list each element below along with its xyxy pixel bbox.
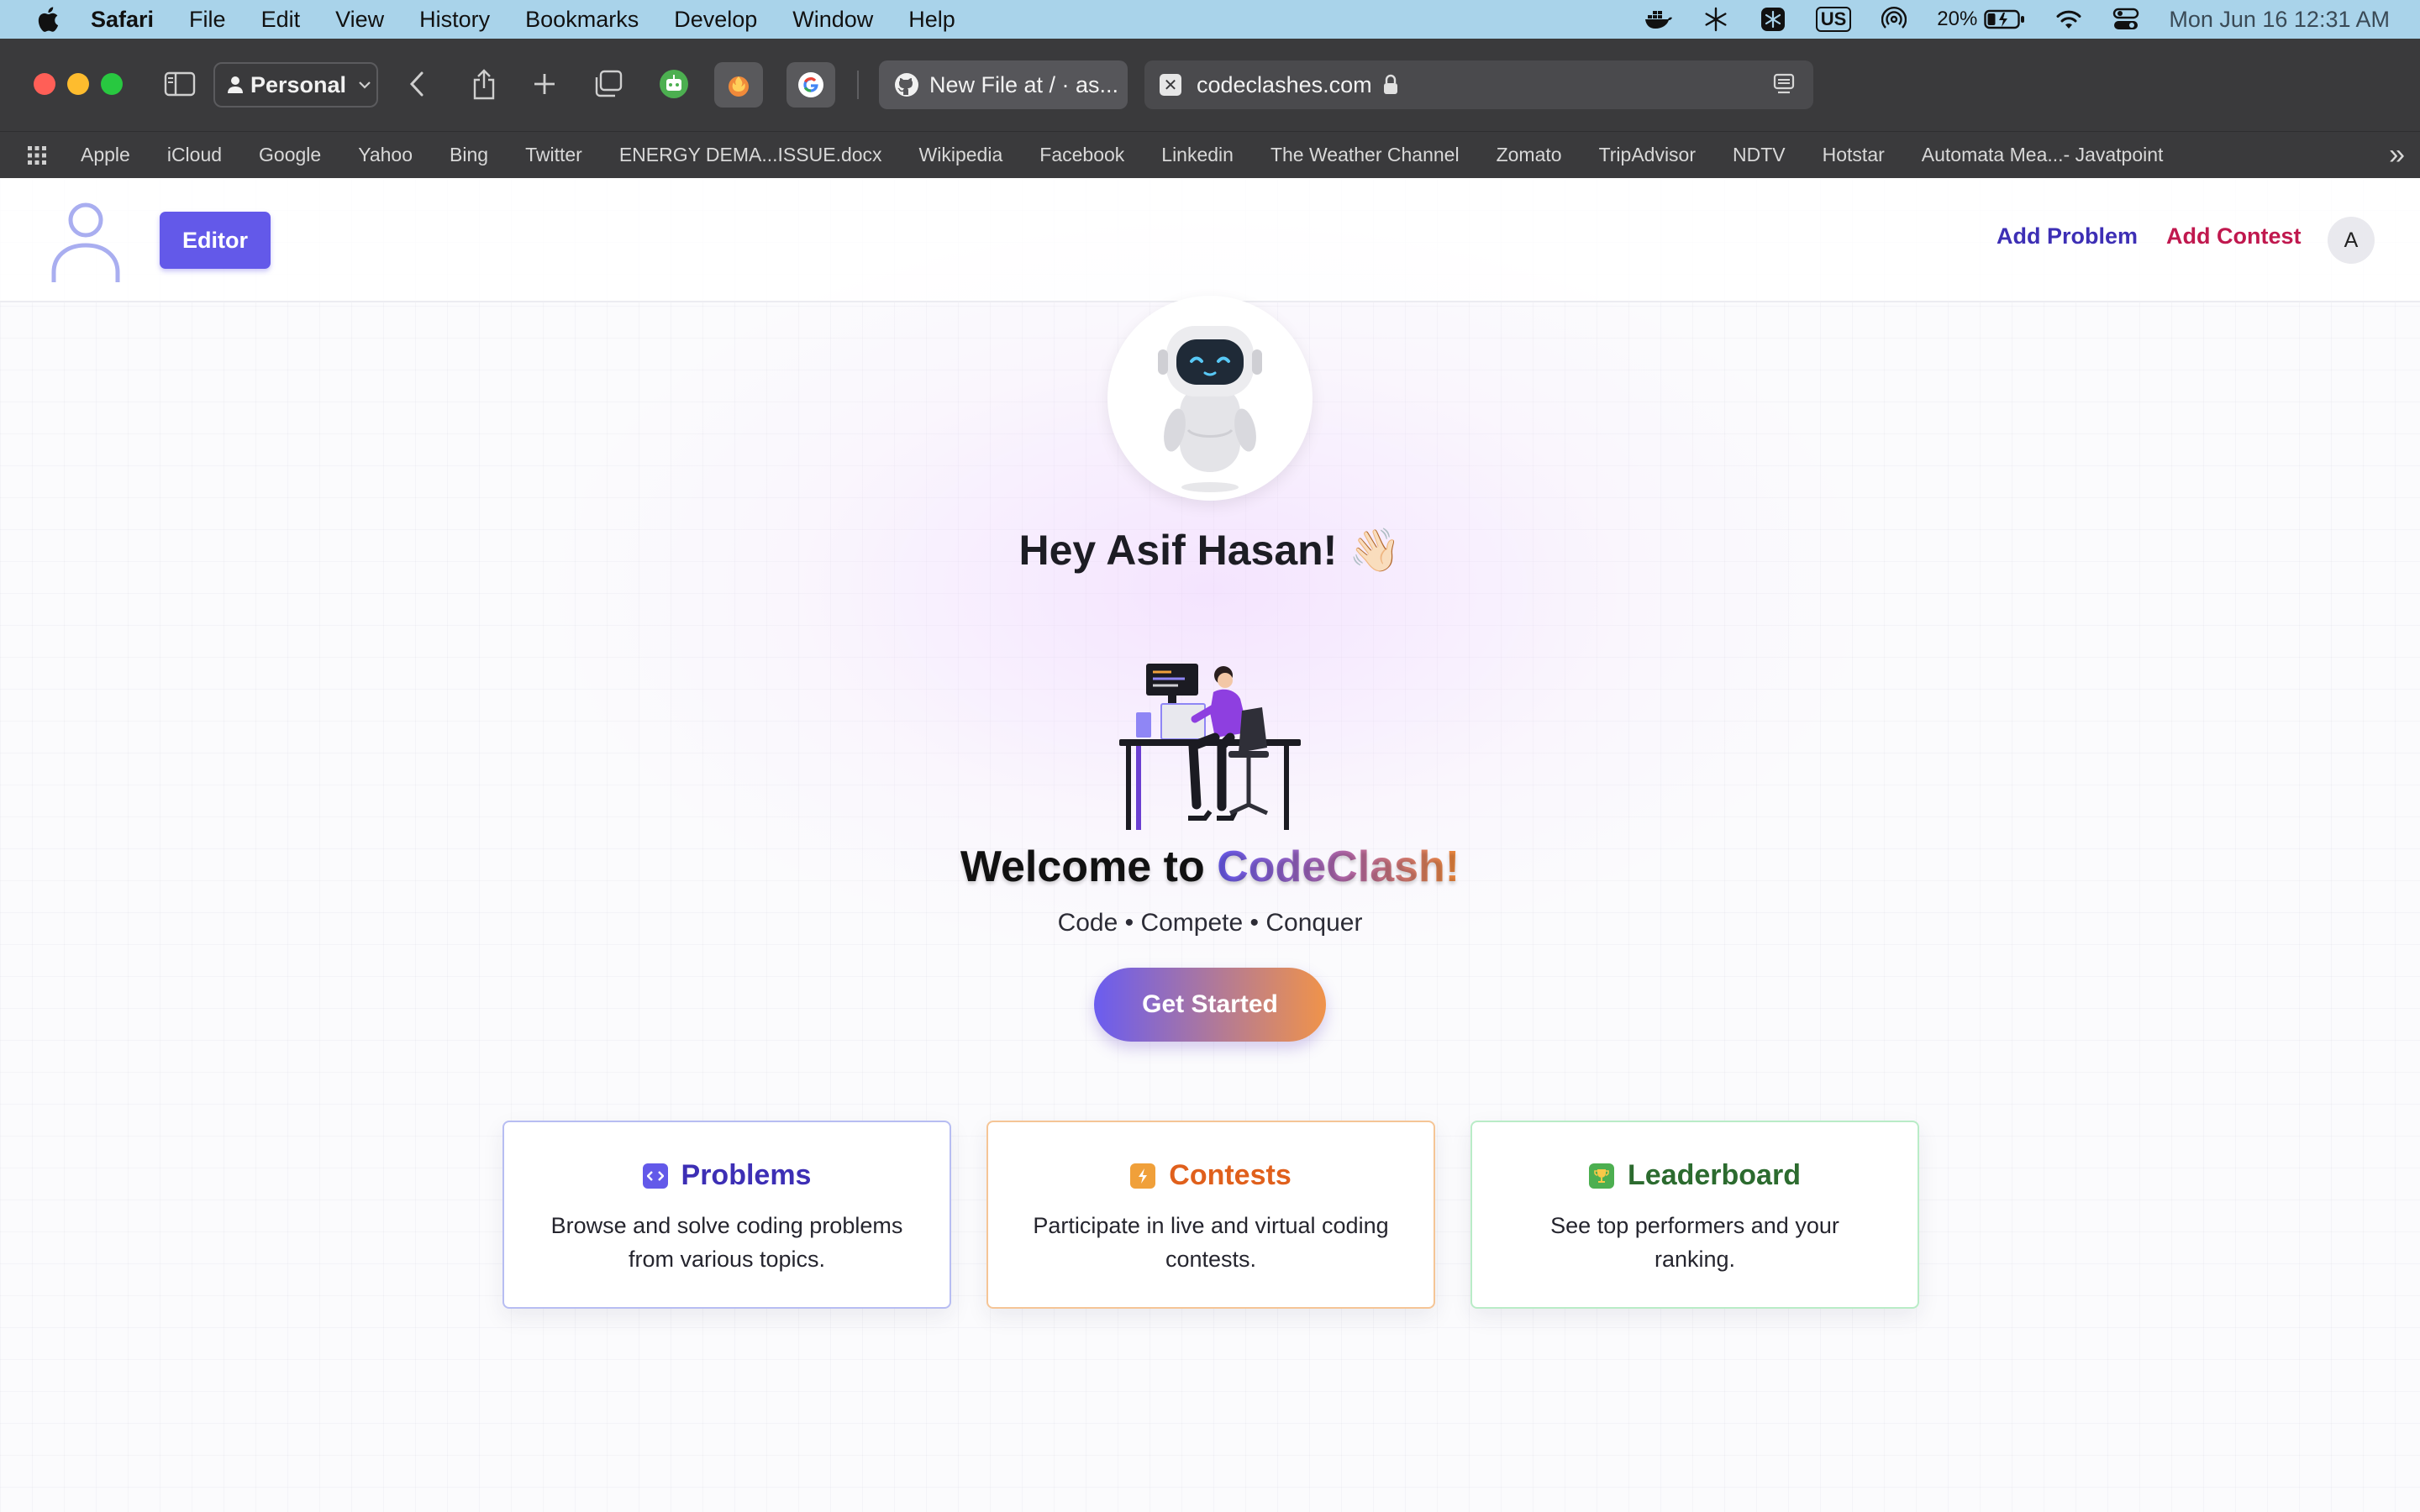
get-started-button[interactable]: Get Started [1094,968,1326,1042]
sidebar-toggle-icon[interactable] [160,64,200,104]
developer-illustration [1119,664,1301,830]
toolbar-separator [857,71,859,99]
docker-icon[interactable] [1644,7,1673,32]
back-arrow-icon[interactable] [397,64,437,104]
web-page: Editor Add Problem Add Contest A Hey Asi… [0,178,2420,1512]
menu-history[interactable]: History [419,7,490,33]
input-source-badge[interactable]: US [1815,7,1852,32]
menu-window[interactable]: Window [792,7,873,33]
tab-title: New File at / · as... [929,71,1119,97]
wifi-icon[interactable] [2054,7,2083,32]
menu-bar: Safari File Edit View History Bookmarks … [0,0,2420,39]
user-profile-icon[interactable] [50,198,121,286]
bookmark-item[interactable]: iCloud [167,144,222,166]
bookmark-item[interactable]: TripAdvisor [1599,144,1696,166]
card-title: Contests [1169,1159,1292,1191]
bookmark-item[interactable]: Twitter [525,144,582,166]
site-header: Editor Add Problem Add Contest A [0,178,2420,302]
problems-card[interactable]: Problems Browse and solve coding problem… [502,1121,951,1309]
avatar[interactable]: A [2328,217,2375,264]
bookmark-item[interactable]: ENERGY DEMA...ISSUE.docx [619,144,882,166]
bookmark-item[interactable]: Wikipedia [919,144,1003,166]
chevron-down-icon [359,81,371,89]
new-tab-plus-icon[interactable] [524,64,565,104]
tab-overview-icon[interactable] [588,64,629,104]
card-description: Participate in live and virtual coding c… [1033,1213,1389,1272]
bookmark-item[interactable]: Facebook [1039,144,1124,166]
share-icon[interactable] [464,64,504,104]
battery-icon[interactable] [1984,7,2026,32]
browser-toolbar: Personal New File at / · as... ✕ codecla… [0,39,2420,131]
person-icon [228,76,243,93]
bookmark-item[interactable]: Linkedin [1161,144,1234,166]
address-bar[interactable]: ✕ codeclashes.com [1144,60,1813,109]
perplexity-icon[interactable] [1759,7,1787,32]
welcome-heading: Welcome to CodeClash! [0,842,2420,892]
menu-bookmarks[interactable]: Bookmarks [525,7,639,33]
card-title: Problems [681,1159,812,1191]
menu-edit[interactable]: Edit [261,7,301,33]
editor-button[interactable]: Editor [160,212,271,269]
code-icon [642,1163,668,1189]
leaderboard-card[interactable]: Leaderboard See top performers and your … [1470,1121,1919,1309]
reader-icon[interactable] [1773,73,1795,97]
extension-flame-icon[interactable] [714,62,763,108]
lightning-icon [1130,1163,1156,1189]
trophy-icon [1589,1163,1615,1189]
add-contest-link[interactable]: Add Contest [2166,223,2301,249]
robot-icon [1158,326,1262,492]
address-bar-url: codeclashes.com [1197,71,1372,97]
snowflake-icon[interactable] [1702,7,1730,32]
control-center-icon[interactable] [2112,7,2140,32]
airdrop-icon[interactable] [1880,7,1908,32]
window-minimize-button[interactable] [67,73,89,95]
tagline: Code • Compete • Conquer [1057,909,1363,937]
battery-percent: 20% [1937,8,1978,30]
greeting-heading: Hey Asif Hasan! 👋🏻 [1018,527,1402,574]
card-description: Browse and solve coding problems from va… [550,1213,903,1272]
extension-google-icon[interactable] [786,62,835,108]
bookmark-item[interactable]: Apple [81,144,130,166]
bookmark-item[interactable]: Google [259,144,321,166]
menu-help[interactable]: Help [908,7,955,33]
bookmark-item[interactable]: The Weather Channel [1270,144,1460,166]
bookmarks-overflow-icon[interactable]: » [2389,140,2405,169]
menu-app-name[interactable]: Safari [91,7,154,33]
lock-icon [1383,74,1397,94]
add-problem-link[interactable]: Add Problem [1996,223,2138,249]
bookmark-item[interactable]: Bing [450,144,488,166]
welcome-prefix: Welcome to [960,843,1218,891]
menu-file[interactable]: File [189,7,226,33]
bookmark-item[interactable]: Automata Mea...- Javatpoint [1922,144,2164,166]
bookmark-item[interactable]: Zomato [1497,144,1562,166]
extension-robot-icon[interactable] [654,64,694,104]
brand-name: CodeClash! [1217,843,1460,891]
contests-card[interactable]: Contests Participate in live and virtual… [986,1121,1435,1309]
menu-develop[interactable]: Develop [674,7,757,33]
github-icon [895,73,918,97]
profile-selector[interactable]: Personal [213,62,378,108]
bookmark-item[interactable]: Yahoo [358,144,413,166]
grid-icon[interactable] [27,145,47,165]
card-description: See top performers and your ranking. [1550,1213,1839,1272]
close-icon[interactable]: ✕ [1160,74,1181,96]
apple-logo-icon[interactable] [34,5,60,34]
window-close-button[interactable] [34,73,55,95]
profile-name: Personal [250,71,347,97]
bookmarks-bar: Apple iCloud Google Yahoo Bing Twitter E… [0,131,2420,178]
tab-github[interactable]: New File at / · as... [879,60,1128,109]
menu-bar-clock[interactable]: Mon Jun 16 12:31 AM [2169,7,2390,33]
bookmark-item[interactable]: Hotstar [1823,144,1885,166]
card-title: Leaderboard [1628,1159,1801,1191]
menu-view[interactable]: View [335,7,384,33]
bookmark-item[interactable]: NDTV [1733,144,1786,166]
window-zoom-button[interactable] [101,73,123,95]
robot-mascot [1107,296,1313,501]
